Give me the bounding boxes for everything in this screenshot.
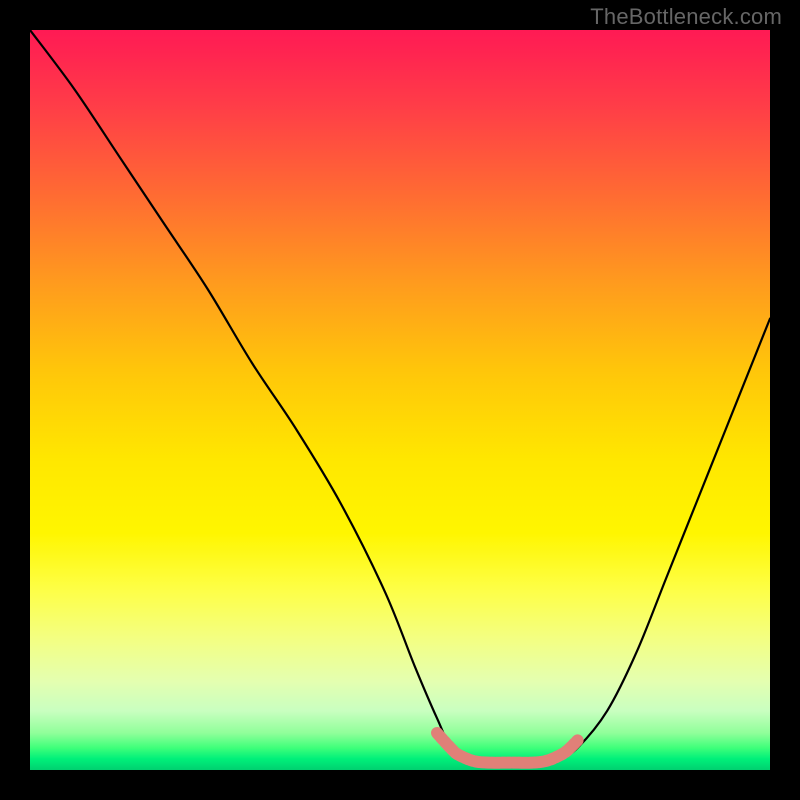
curve-overlay xyxy=(30,30,770,770)
bottleneck-curve-path xyxy=(30,30,770,764)
optimal-range-path xyxy=(437,733,578,763)
chart-frame: TheBottleneck.com xyxy=(0,0,800,800)
plot-area xyxy=(30,30,770,770)
watermark-text: TheBottleneck.com xyxy=(590,4,782,30)
